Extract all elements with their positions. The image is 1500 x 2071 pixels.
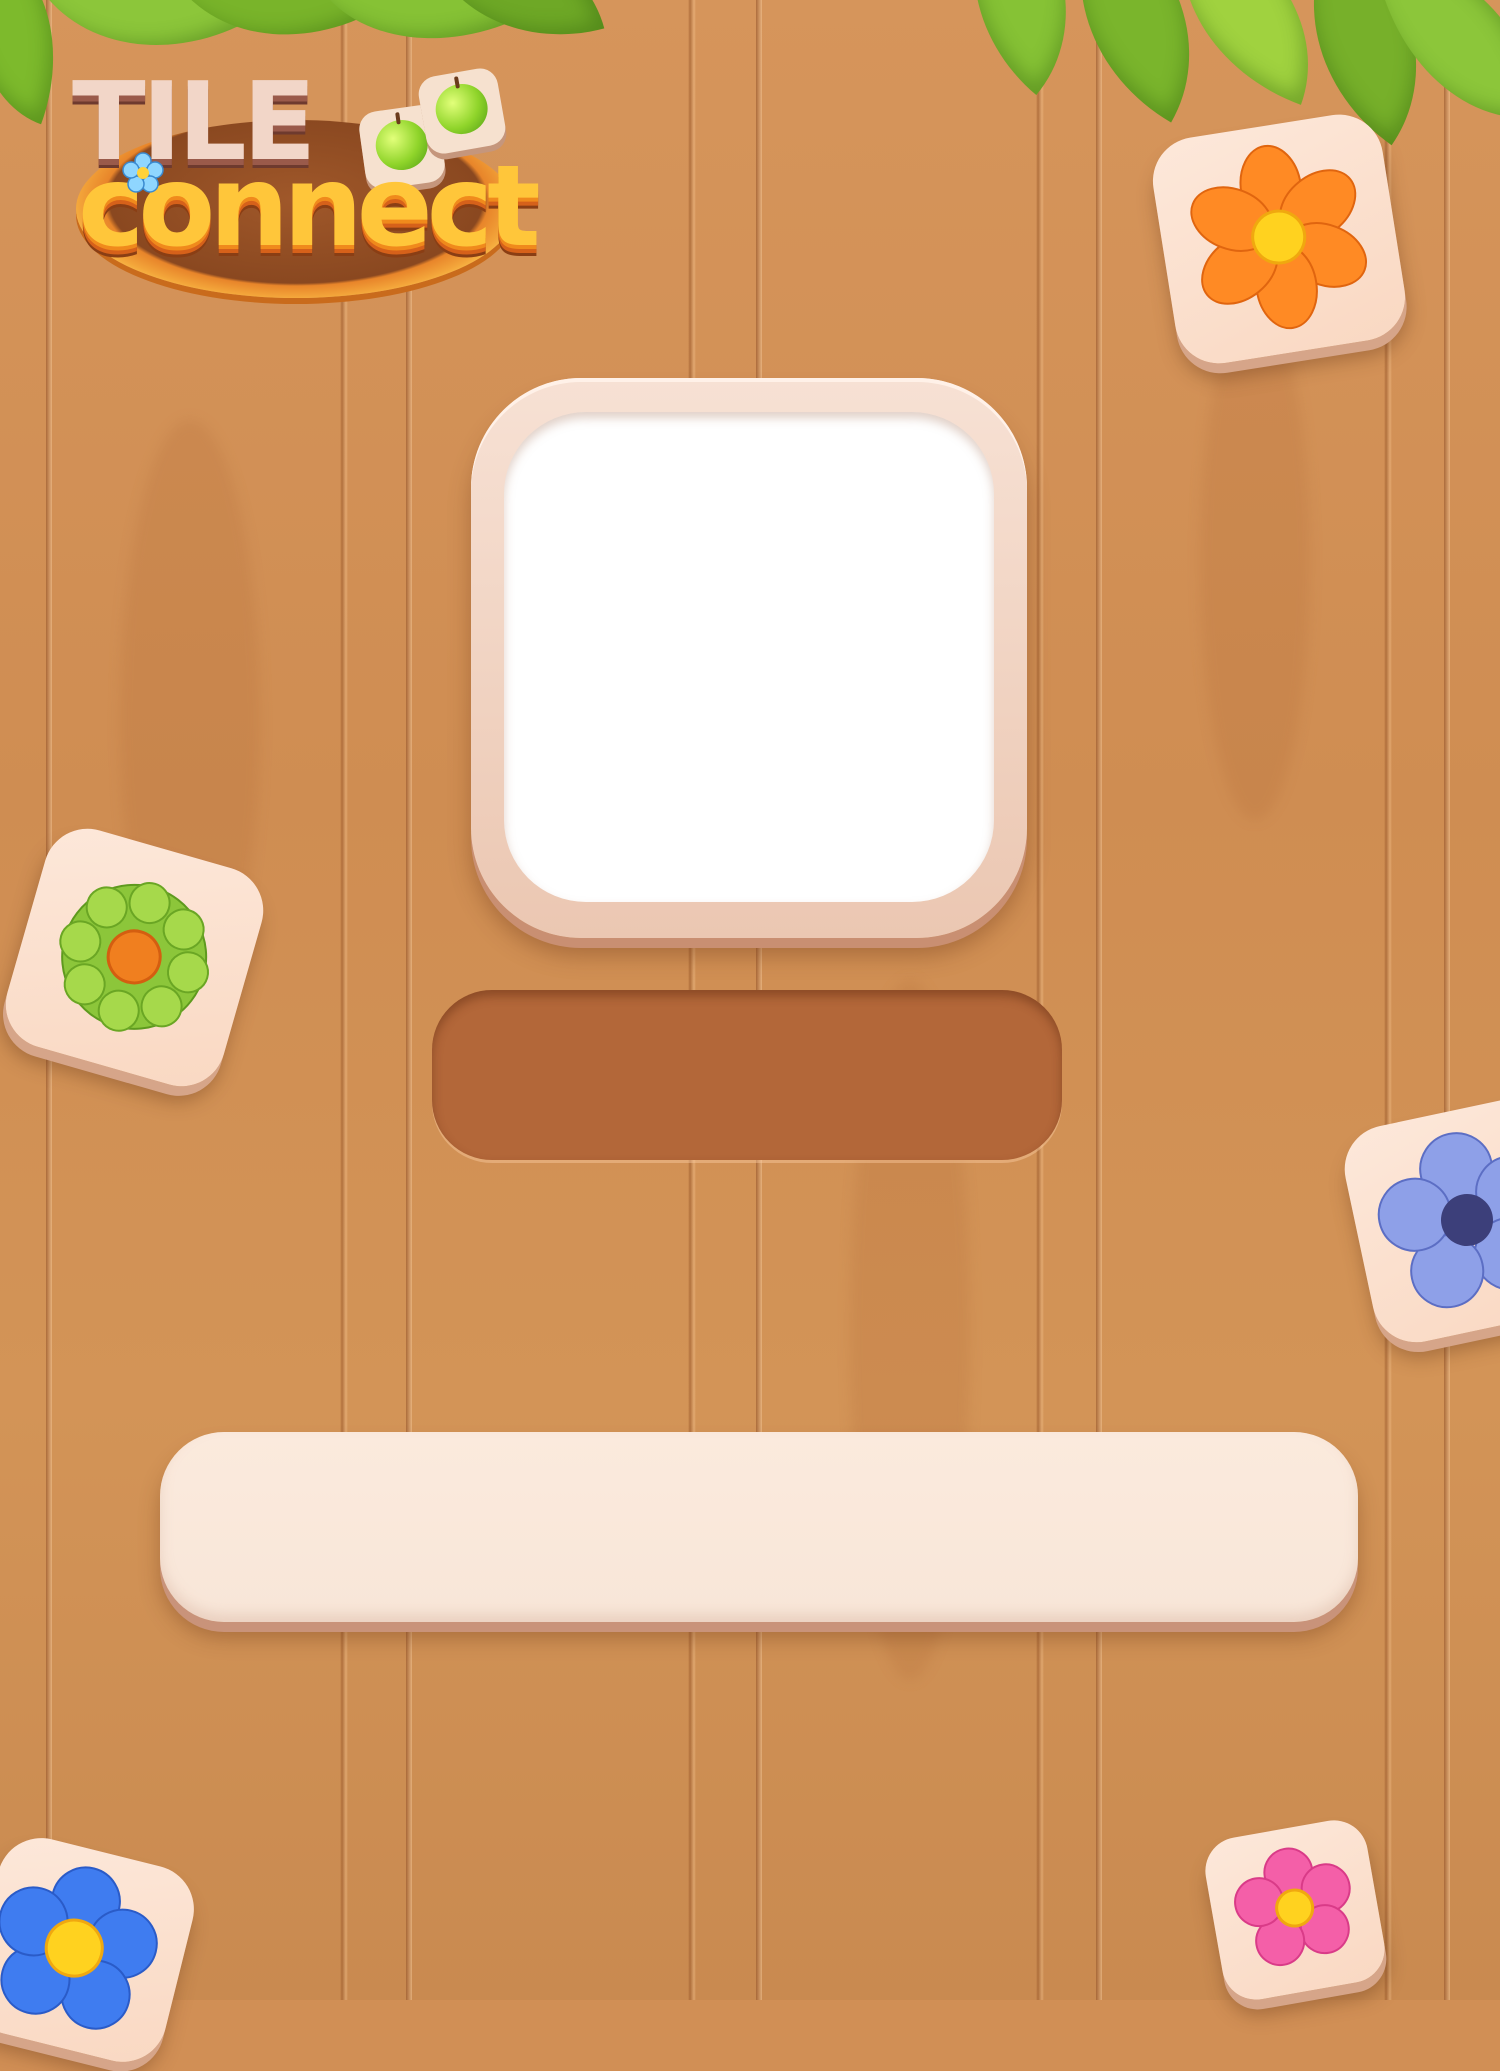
action-bar-button[interactable] (160, 1432, 1358, 1622)
plank-seam (1096, 0, 1102, 2000)
pink-flower-icon (1234, 1847, 1351, 1967)
orange-flower-tile (1146, 108, 1412, 370)
small-flower-icon (122, 152, 164, 193)
orange-flower-icon (1190, 144, 1368, 330)
preview-image-area (504, 412, 994, 902)
status-slot (432, 990, 1062, 1160)
plank-seam (1444, 0, 1450, 2000)
preview-frame (471, 378, 1027, 938)
game-logo: TILE connect (70, 60, 541, 310)
wood-grain (1200, 300, 1310, 820)
pink-flower-tile (1200, 1815, 1390, 2005)
leaves-right-icon (913, 0, 1500, 150)
